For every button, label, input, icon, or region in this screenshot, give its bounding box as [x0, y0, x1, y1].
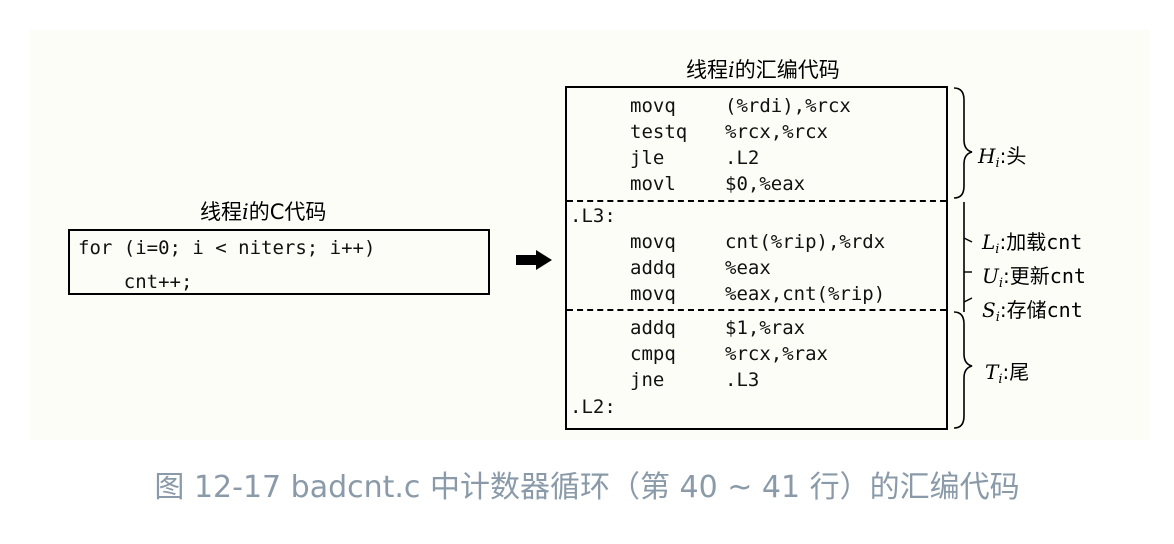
asm-op: addq [630, 317, 676, 339]
asm-args: %rcx,%rax [725, 343, 828, 365]
asm-code-box: movq (%rdi),%rcx testq %rcx,%rcx jle .L2… [565, 86, 948, 430]
section-divider [567, 309, 946, 311]
c-code-line-2: cnt++; [78, 271, 193, 293]
asm-code-title: 线程i的汇编代码 [686, 58, 840, 82]
asm-op: addq [630, 257, 676, 279]
section-divider [567, 200, 946, 202]
asm-op: jle [630, 147, 665, 169]
asm-args: .L3 [725, 369, 760, 391]
asm-op: jne [630, 369, 665, 391]
asm-args: %eax,cnt(%rip) [725, 283, 886, 305]
asm-op: movq [630, 231, 676, 253]
asm-args: cnt(%rip),%rdx [725, 231, 886, 253]
figure-caption: 图 12-17 badcnt.c 中计数器循环（第 40 ~ 41 行）的汇编代… [154, 470, 1020, 505]
right-arrow-icon [516, 250, 552, 270]
asm-label-l2: .L2: [570, 396, 616, 418]
c-code-title: 线程i的C代码 [200, 200, 327, 224]
asm-label-l3: .L3: [570, 205, 616, 227]
asm-args: $0,%eax [725, 173, 806, 195]
asm-op: movl [630, 173, 676, 195]
asm-op: testq [630, 121, 688, 143]
asm-args: %eax [725, 257, 771, 279]
annotation-update: Ui:更新cnt [982, 264, 1086, 291]
asm-args: $1,%rax [725, 317, 806, 339]
body-ticks [963, 202, 973, 312]
asm-op: cmpq [630, 343, 676, 365]
asm-args: %rcx,%rcx [725, 121, 828, 143]
asm-op: movq [630, 283, 676, 305]
annotation-store: Si:存储cnt [982, 298, 1083, 325]
asm-args: .L2 [725, 147, 760, 169]
annotation-load: Li:加载cnt [982, 230, 1083, 257]
annotation-head: Hi:头 [978, 144, 1027, 171]
c-code-box: for (i=0; i < niters; i++) cnt++; [68, 229, 490, 295]
asm-args: (%rdi),%rcx [725, 95, 851, 117]
asm-op: movq [630, 95, 676, 117]
annotation-tail: Ti:尾 [985, 360, 1030, 387]
c-code-line-1: for (i=0; i < niters; i++) [78, 237, 376, 259]
